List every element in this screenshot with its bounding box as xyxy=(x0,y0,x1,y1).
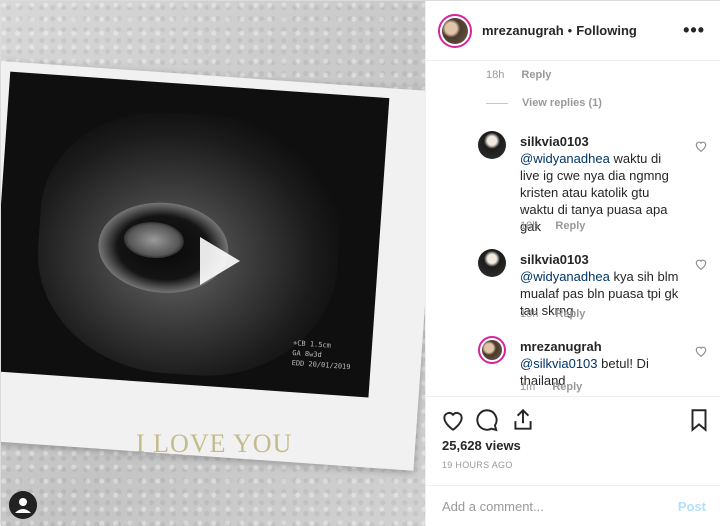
post-comment-button[interactable]: Post xyxy=(678,499,706,514)
reply-button[interactable]: Reply xyxy=(555,308,585,320)
post-timestamp: 19 HOURS AGO xyxy=(442,460,513,470)
comment-meta: 18h Reply xyxy=(486,69,551,81)
mention-link[interactable]: @widyanadhea xyxy=(520,269,610,284)
like-heart-icon[interactable] xyxy=(440,407,466,433)
instagram-post-modal: +CB 1.5cm GA 8w3d EDD 20/01/2019 I LOVE … xyxy=(0,0,720,526)
commenter-username[interactable]: silkvia0103 xyxy=(520,134,589,149)
comment-meta: 18h Reply xyxy=(520,308,585,320)
view-count[interactable]: 25,628 views xyxy=(442,438,521,453)
comment-meta: 18h Reply xyxy=(520,220,585,232)
mention-link[interactable]: @silkvia0103 xyxy=(520,356,598,371)
commenter-avatar[interactable] xyxy=(478,249,506,277)
comment-meta: 1m Reply xyxy=(520,381,582,393)
author-avatar[interactable] xyxy=(438,13,472,48)
like-heart-icon[interactable] xyxy=(694,257,708,271)
like-heart-icon[interactable] xyxy=(694,139,708,153)
comment-input[interactable] xyxy=(442,498,662,514)
view-replies-button[interactable]: View replies (1) xyxy=(486,97,602,109)
commenter-avatar[interactable] xyxy=(478,336,506,364)
video-caption-overlay: I LOVE YOU xyxy=(136,429,293,458)
comments-list[interactable]: 18h Reply View replies (1) silkvia0103 @… xyxy=(426,61,720,396)
comment-time: 1m xyxy=(520,381,536,393)
reply-button[interactable]: Reply xyxy=(521,69,551,81)
header-separator: • xyxy=(567,23,573,38)
comment-item: mrezanugrah @silkvia0103 betul! Di thail… xyxy=(478,336,718,396)
share-icon[interactable] xyxy=(510,407,536,433)
replies-divider xyxy=(486,102,508,104)
comment-item: silkvia0103 @widyanadhea waktu di live i… xyxy=(478,131,718,241)
reply-button[interactable]: Reply xyxy=(555,220,585,232)
author-username[interactable]: mrezanugrah xyxy=(482,23,564,38)
comment-time: 18h xyxy=(520,308,539,320)
reply-button[interactable]: Reply xyxy=(552,381,582,393)
commenter-username[interactable]: silkvia0103 xyxy=(520,252,589,267)
mention-link[interactable]: @widyanadhea xyxy=(520,151,610,166)
post-header: mrezanugrah • Following ••• xyxy=(426,1,720,61)
add-comment-bar: Post xyxy=(426,485,720,526)
comment-time: 18h xyxy=(520,220,539,232)
post-actions-bar xyxy=(426,396,720,440)
comment-bubble-icon[interactable] xyxy=(474,407,500,433)
commenter-username[interactable]: mrezanugrah xyxy=(520,339,602,354)
following-button[interactable]: Following xyxy=(576,23,637,38)
scan-readout: +CB 1.5cm GA 8w3d EDD 20/01/2019 xyxy=(291,338,352,372)
comment-time: 18h xyxy=(486,69,505,81)
comment-item: silkvia0103 @widyanadhea kya sih blm mua… xyxy=(478,249,718,329)
video-media[interactable]: +CB 1.5cm GA 8w3d EDD 20/01/2019 I LOVE … xyxy=(1,1,425,526)
play-icon[interactable] xyxy=(186,231,246,291)
commenter-avatar[interactable] xyxy=(478,131,506,159)
tagged-user-icon[interactable] xyxy=(9,491,37,519)
more-options-icon[interactable]: ••• xyxy=(683,20,705,41)
post-side-panel: mrezanugrah • Following ••• 18h Reply Vi… xyxy=(425,1,720,526)
bookmark-icon[interactable] xyxy=(686,407,712,433)
like-heart-icon[interactable] xyxy=(694,344,708,358)
view-replies-label: View replies (1) xyxy=(522,97,602,109)
